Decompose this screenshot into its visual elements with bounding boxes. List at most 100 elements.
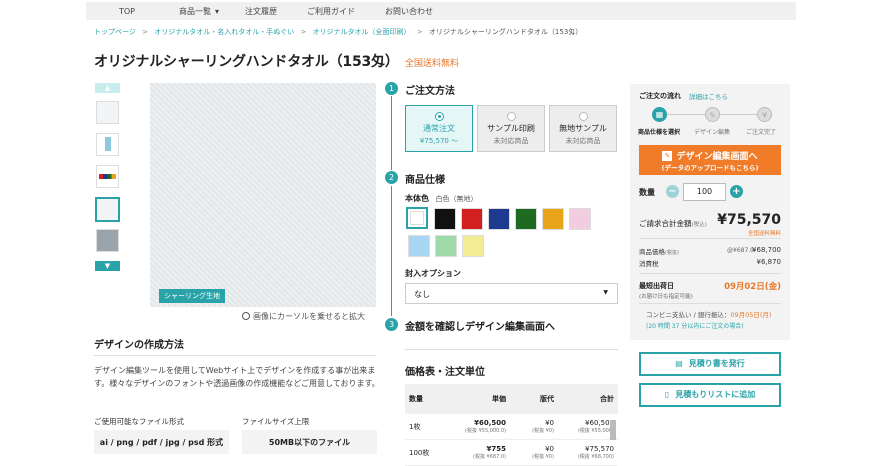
divider (639, 238, 781, 239)
table-scrollbar[interactable] (610, 420, 616, 440)
thumbnail[interactable] (96, 133, 119, 156)
product-main-image[interactable] (150, 83, 376, 307)
option-normal-order[interactable]: 通常注文 ¥75,570 〜 (405, 105, 473, 152)
quote-button[interactable]: ▤ 見積り書を発行 (639, 352, 781, 376)
color-swatch-green[interactable] (515, 208, 537, 230)
step-line (391, 96, 392, 170)
ship-date: 09月02日(金) (724, 282, 781, 292)
thumbnail[interactable] (96, 101, 119, 124)
color-swatch-black[interactable] (434, 208, 456, 230)
cell-qty: 100枚 (409, 448, 430, 457)
chevron-down-icon[interactable]: ▾ (215, 7, 219, 16)
breadcrumb: トップページ > オリジナルタオル・名入れタオル・手ぬぐい > オリジナルタオル… (94, 27, 586, 37)
breadcrumb-full-print[interactable]: オリジナルタオル（全面印刷） (313, 28, 411, 36)
cell-unit: ¥755 (税抜 ¥687.0) (460, 445, 510, 460)
tax-label: 消費税 (639, 260, 659, 268)
color-swatch-sky[interactable] (408, 235, 430, 257)
col-unit: 単価 (492, 395, 506, 403)
step-number: 3 (385, 318, 398, 331)
plate-price: ¥0 (545, 419, 554, 427)
formats-value: ai / png / pdf / jpg / psd 形式 (94, 430, 229, 454)
wrap-value: なし (414, 290, 430, 299)
thumbnail[interactable] (96, 229, 119, 252)
cell-total: ¥60,500 (税抜 ¥55,000) (558, 419, 618, 434)
price-table-heading: 価格表・注文単位 (405, 367, 485, 378)
step2-title: 商品仕様 (405, 175, 445, 186)
nav-contact[interactable]: お問い合わせ (385, 6, 433, 17)
col-total: 合計 (600, 395, 614, 403)
option-label: 無地サンプル (559, 124, 607, 133)
design-editor-label: デザイン編集画面へ (676, 152, 758, 162)
ship-label: 最短出荷日 (639, 282, 674, 290)
page-title: オリジナルシャーリングハンドタオル（153匁） (94, 54, 399, 70)
color-swatch-white[interactable] (406, 207, 428, 229)
minus-button[interactable]: − (666, 185, 679, 198)
body-color: 本体色 白色（無地） (405, 193, 478, 204)
nav-guide[interactable]: ご利用ガイド (307, 6, 355, 17)
step-line (391, 186, 392, 316)
unit-price: ¥60,500 (474, 419, 506, 427)
thumb-down-arrow[interactable]: ▼ (95, 261, 120, 271)
thumbnail[interactable] (96, 165, 119, 188)
nav-order-history[interactable]: 注文履歴 (245, 6, 277, 17)
plate-tax: (税抜 ¥0) (532, 428, 554, 434)
color-swatch-cream[interactable] (462, 235, 484, 257)
document-icon: ▤ (675, 359, 683, 368)
color-swatch-red[interactable] (461, 208, 483, 230)
cell-qty: 1枚 (409, 422, 421, 431)
design-heading: デザインの作成方法 (94, 340, 184, 351)
total-price: ¥75,570 (585, 445, 614, 453)
unit-tax: (税抜 ¥687.0) (473, 454, 506, 460)
option-plain-sample[interactable]: 無地サンプル 未対応商品 (549, 105, 617, 152)
flow-step-3: ご注文完了 (746, 129, 777, 136)
cell-total: ¥75,570 (税抜 ¥68,700) (558, 445, 618, 460)
quantity-input[interactable]: 100 (683, 183, 726, 201)
plus-button[interactable]: + (730, 185, 743, 198)
col-plate: 版代 (540, 395, 554, 403)
conv-note-text: コンビニ支払い / 銀行振込： (646, 311, 731, 319)
top-nav: TOP 商品一覧 ▾ 注文履歴 ご利用ガイド お問い合わせ (86, 2, 796, 20)
table-row[interactable]: 100枚 ¥755 (税抜 ¥687.0) ¥0 (税抜 ¥0) ¥75,570 (税… (405, 440, 618, 466)
thumbnail-selected[interactable] (95, 197, 120, 222)
flow-link[interactable]: 詳細はこちら (689, 91, 728, 101)
add-to-list-button[interactable]: ▯ 見積もりリストに追加 (639, 383, 781, 407)
total-tax: (税抜 ¥68,700) (577, 454, 614, 460)
free-shipping-badge: 全国送料無料 (405, 59, 460, 69)
unit-price: ¥755 (486, 445, 506, 453)
price-table-header: 数量 単価 版代 合計 (405, 384, 618, 414)
unit-tax: (税抜 ¥55,000.0) (465, 428, 506, 434)
tax-value: ¥6,870 (756, 258, 782, 266)
flow-step-2: デザイン編集 (694, 129, 731, 136)
yen-icon: ¥ (757, 107, 772, 122)
color-swatch-mint[interactable] (435, 235, 457, 257)
wrap-select[interactable]: なし ▼ (405, 283, 618, 304)
option-label: 通常注文 (423, 124, 455, 133)
conv-date: 09月05日(月) (730, 311, 772, 319)
price-label: 商品価格(税抜) (639, 246, 679, 256)
nav-products[interactable]: 商品一覧 (179, 6, 211, 17)
step-number: 2 (385, 171, 398, 184)
design-description: デザイン編集ツールを使用してWebサイト上でデザインを作成する事が出来ます。様々… (94, 366, 380, 388)
design-editor-button[interactable]: ✎ デザイン編集画面へ (データのアップロードもこちら) (639, 145, 781, 175)
radio-icon (507, 112, 516, 121)
radio-icon (435, 112, 444, 121)
total-free-shipping: 全国送料無料 (747, 231, 781, 237)
radio-icon (579, 112, 588, 121)
breadcrumb-home[interactable]: トップページ (94, 28, 136, 36)
table-row[interactable]: 1枚 ¥60,500 (税抜 ¥55,000.0) ¥0 (税抜 ¥0) ¥60,5… (405, 414, 618, 440)
divider (405, 349, 618, 350)
body-color-value: 白色（無地） (435, 195, 478, 203)
divider (639, 273, 781, 274)
option-sample-print[interactable]: サンプル印刷 未対応商品 (477, 105, 545, 152)
breadcrumb-sep: > (142, 28, 148, 36)
nav-top[interactable]: TOP (119, 7, 135, 16)
breadcrumb-towel[interactable]: オリジナルタオル・名入れタオル・手ぬぐい (154, 28, 294, 36)
color-swatch-navy[interactable] (488, 208, 510, 230)
cell-plate: ¥0 (税抜 ¥0) (510, 419, 558, 434)
color-swatch-yellow[interactable] (542, 208, 564, 230)
color-swatch-pink[interactable] (569, 208, 591, 230)
total-label: ご請求合計金額(税込) (639, 218, 707, 229)
price-note: (税抜) (665, 250, 679, 256)
ship-sub: (お届け日も指定可能) (639, 294, 693, 300)
thumb-up-arrow[interactable]: ▲ (95, 83, 120, 93)
